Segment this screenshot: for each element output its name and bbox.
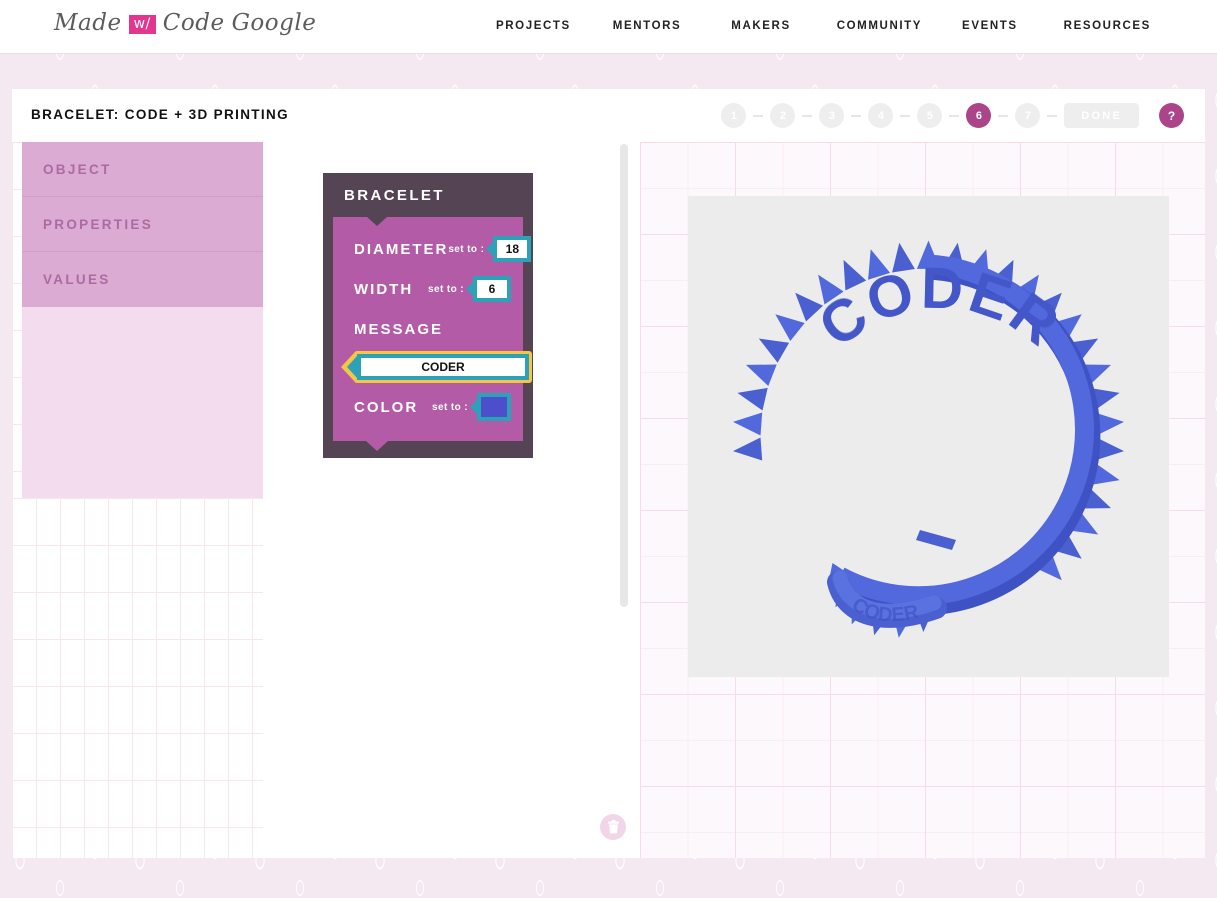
logo-word-google: Google bbox=[231, 10, 317, 36]
editor-header: BRACELET: CODE + 3D PRINTING 1 2 3 4 5 6… bbox=[12, 89, 1205, 142]
logo-word-code: Code bbox=[162, 10, 225, 36]
property-row-message: MESSAGE bbox=[333, 309, 523, 349]
value-chip-message[interactable] bbox=[357, 354, 529, 380]
step-dash bbox=[753, 114, 764, 117]
main-menu: PROJECTS MENTORS MAKERS COMMUNITY EVENTS… bbox=[496, 16, 1151, 36]
palette-sidebar: OBJECT PROPERTIES VALUES bbox=[22, 142, 263, 498]
step-indicator: 1 2 3 4 5 6 7 DONE ? bbox=[721, 103, 1184, 128]
diameter-input[interactable] bbox=[497, 240, 528, 258]
property-row-color: COLOR set to : bbox=[333, 387, 523, 427]
bracelet-spike bbox=[746, 364, 777, 386]
workspace-scrollbar-track[interactable] bbox=[620, 142, 634, 858]
step-dash bbox=[851, 114, 862, 117]
nav-item-community[interactable]: COMMUNITY bbox=[837, 16, 922, 36]
block-properties-group: DIAMETER set to : WIDTH set to : bbox=[333, 216, 532, 451]
sidebar-item-properties[interactable]: PROPERTIES bbox=[22, 197, 263, 252]
done-button[interactable]: DONE bbox=[1064, 103, 1139, 128]
step-1[interactable]: 1 bbox=[721, 103, 747, 128]
top-navigation-bar: Made w/ Code Google PROJECTS MENTORS MAK… bbox=[0, 0, 1217, 54]
nav-item-resources[interactable]: RESOURCES bbox=[1064, 16, 1151, 36]
bracelet-spike bbox=[737, 387, 768, 411]
sidebar-item-label: OBJECT bbox=[43, 161, 112, 177]
workspace-scrollbar-thumb[interactable] bbox=[620, 144, 628, 607]
sidebar-item-label: VALUES bbox=[43, 272, 111, 287]
set-to-label: set to : bbox=[432, 401, 468, 413]
property-label-width: WIDTH bbox=[354, 280, 414, 298]
width-input[interactable] bbox=[477, 280, 507, 298]
bracelet-spike bbox=[758, 338, 790, 363]
block-notch-top-icon bbox=[366, 216, 388, 226]
step-7[interactable]: 7 bbox=[1015, 103, 1041, 128]
nav-item-projects[interactable]: PROJECTS bbox=[496, 16, 571, 36]
property-row-width: WIDTH set to : bbox=[333, 269, 523, 309]
step-dash bbox=[1047, 114, 1058, 117]
editor-body: OBJECT PROPERTIES VALUES BRACELET DIAMET bbox=[12, 142, 1205, 858]
code-workspace[interactable]: BRACELET DIAMETER set to : WIDTH bbox=[263, 142, 640, 858]
property-row-diameter: DIAMETER set to : bbox=[333, 229, 532, 269]
bracelet-spike bbox=[733, 437, 763, 461]
step-5[interactable]: 5 bbox=[917, 103, 943, 128]
message-field-highlight bbox=[354, 351, 532, 383]
step-dash bbox=[900, 114, 911, 117]
block-footer bbox=[323, 441, 533, 458]
value-chip-width[interactable] bbox=[473, 276, 511, 302]
color-swatch[interactable] bbox=[481, 397, 507, 417]
logo-word-made: Made bbox=[54, 10, 122, 36]
bracelet-3d-model: CODER CODER CODER bbox=[733, 240, 1124, 638]
page-title: BRACELET: CODE + 3D PRINTING bbox=[31, 107, 289, 122]
step-dash bbox=[802, 114, 813, 117]
block-notch-bottom-icon bbox=[366, 441, 388, 451]
bracelet-open-end bbox=[916, 530, 956, 550]
block-title: BRACELET bbox=[344, 187, 445, 204]
step-2[interactable]: 2 bbox=[770, 103, 796, 128]
nav-item-makers[interactable]: MAKERS bbox=[731, 16, 790, 36]
property-label-message: MESSAGE bbox=[354, 320, 444, 338]
model-canvas[interactable]: CODER CODER CODER bbox=[688, 196, 1169, 677]
left-lower-grid-background bbox=[12, 498, 263, 858]
bracelet-code-block[interactable]: BRACELET DIAMETER set to : WIDTH bbox=[323, 173, 533, 458]
palette-category-list: OBJECT PROPERTIES VALUES bbox=[22, 142, 263, 307]
sidebar-item-object[interactable]: OBJECT bbox=[22, 142, 263, 197]
set-to-label: set to : bbox=[448, 243, 485, 255]
value-chip-diameter[interactable] bbox=[493, 236, 532, 262]
message-input[interactable] bbox=[361, 358, 525, 376]
step-3[interactable]: 3 bbox=[819, 103, 845, 128]
logo-badge-w: w/ bbox=[128, 15, 156, 34]
preview-panel[interactable]: CODER CODER CODER bbox=[640, 142, 1205, 858]
help-button[interactable]: ? bbox=[1159, 103, 1184, 128]
nav-item-events[interactable]: EVENTS bbox=[962, 16, 1018, 36]
delete-button[interactable] bbox=[600, 814, 626, 840]
trash-icon bbox=[607, 820, 619, 834]
step-6-current[interactable]: 6 bbox=[966, 103, 992, 128]
step-dash bbox=[998, 114, 1009, 117]
nav-item-mentors[interactable]: MENTORS bbox=[613, 16, 682, 36]
step-4[interactable]: 4 bbox=[868, 103, 894, 128]
property-label-diameter: DIAMETER bbox=[354, 240, 449, 258]
sidebar-item-values[interactable]: VALUES bbox=[22, 252, 263, 307]
value-chip-color[interactable] bbox=[477, 393, 511, 421]
project-editor: BRACELET: CODE + 3D PRINTING 1 2 3 4 5 6… bbox=[12, 89, 1205, 858]
step-dash bbox=[949, 114, 960, 117]
property-label-color: COLOR bbox=[354, 398, 419, 416]
bracelet-spike bbox=[733, 412, 763, 436]
site-logo[interactable]: Made w/ Code Google bbox=[54, 10, 316, 36]
sidebar-item-label: PROPERTIES bbox=[43, 216, 154, 232]
bracelet-spike bbox=[775, 314, 805, 341]
set-to-label: set to : bbox=[428, 283, 464, 295]
